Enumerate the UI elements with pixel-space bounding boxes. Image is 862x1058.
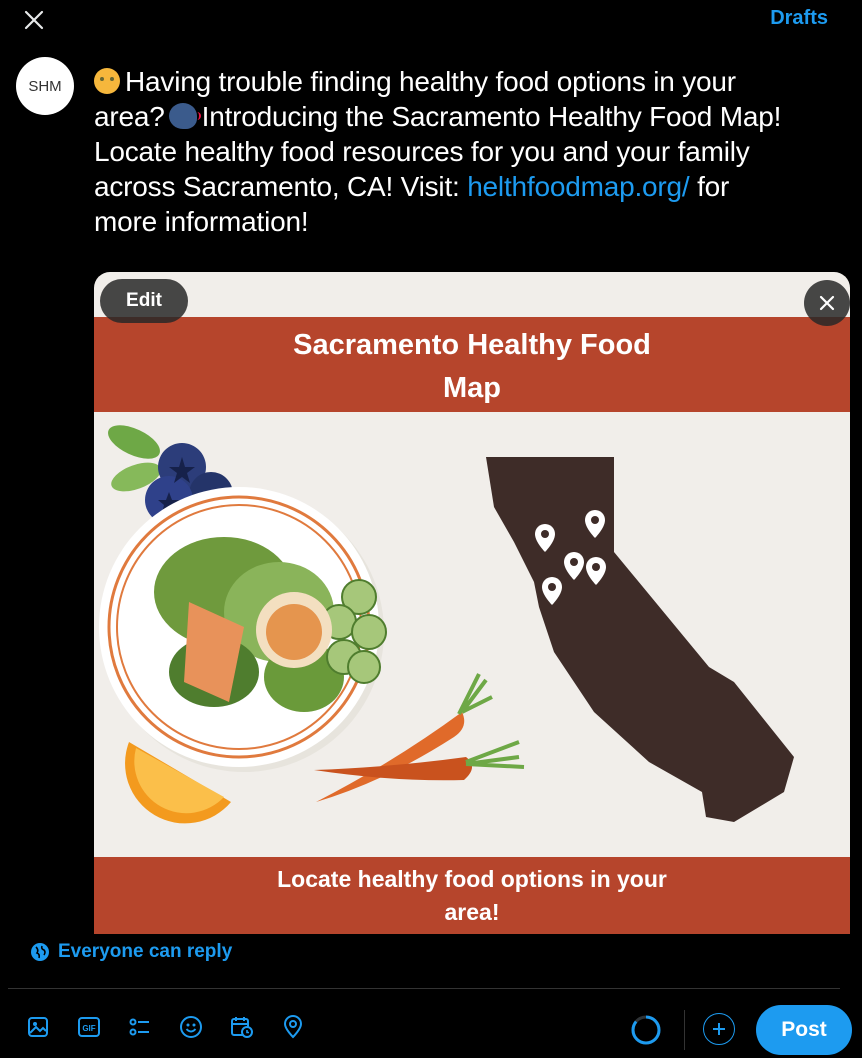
close-button[interactable]	[20, 6, 48, 34]
post-button[interactable]: Post	[756, 1005, 852, 1055]
gif-button[interactable]: GIF	[76, 1014, 102, 1040]
reply-setting-button[interactable]: Everyone can reply	[30, 941, 232, 963]
media-attachment: Sacramento Healthy Food Map Locate healt…	[94, 272, 850, 934]
reply-setting-label: Everyone can reply	[58, 941, 233, 962]
image-icon	[28, 1017, 48, 1037]
character-count-progress-icon	[631, 1015, 661, 1045]
emoji-button[interactable]	[178, 1014, 204, 1040]
schedule-icon	[231, 1017, 253, 1038]
tweet-line: area? Introducing the Sacramento Healthy …	[94, 101, 782, 132]
svg-text:GIF: GIF	[82, 1024, 95, 1033]
plus-icon	[713, 1023, 725, 1035]
location-button[interactable]	[280, 1014, 306, 1040]
tweet-link[interactable]: helthfoodmap.org/	[467, 171, 690, 202]
speaking-head-icon	[168, 103, 201, 129]
food-map-illustration	[99, 425, 794, 824]
tweet-line: Having trouble finding healthy food opti…	[94, 64, 854, 99]
tweet-line: across Sacramento, CA! Visit: helthfoodm…	[94, 171, 730, 202]
tweet-text[interactable]: Having trouble finding healthy food opti…	[94, 64, 854, 239]
gif-icon: GIF	[78, 1017, 100, 1037]
drafts-button[interactable]: Drafts	[770, 7, 828, 30]
thinking-face-icon	[94, 68, 120, 94]
image-button[interactable]	[25, 1014, 51, 1040]
media-title: Sacramento Healthy Food Map	[293, 329, 651, 404]
media-caption: Locate healthy food options in your area…	[277, 866, 667, 925]
compose-toolbar: GIF	[25, 1014, 306, 1040]
poll-button[interactable]	[127, 1014, 153, 1040]
edit-media-button[interactable]: Edit	[100, 279, 188, 323]
salad-plate-graphic	[99, 487, 387, 772]
poll-icon	[129, 1018, 149, 1036]
emoji-icon	[180, 1016, 202, 1038]
tweet-line: Locate healthy food resources for you an…	[94, 136, 750, 167]
location-icon	[283, 1015, 303, 1039]
close-icon	[819, 295, 835, 311]
globe-icon	[31, 943, 49, 961]
schedule-button[interactable]	[229, 1014, 255, 1040]
add-post-button[interactable]	[703, 1013, 735, 1045]
close-icon	[24, 10, 44, 30]
remove-media-button[interactable]	[804, 280, 850, 326]
toolbar-separator	[684, 1010, 685, 1050]
california-map-graphic	[486, 457, 794, 822]
avatar[interactable]: SHM	[16, 57, 74, 115]
divider	[8, 988, 840, 989]
tweet-line: more information!	[94, 206, 309, 237]
